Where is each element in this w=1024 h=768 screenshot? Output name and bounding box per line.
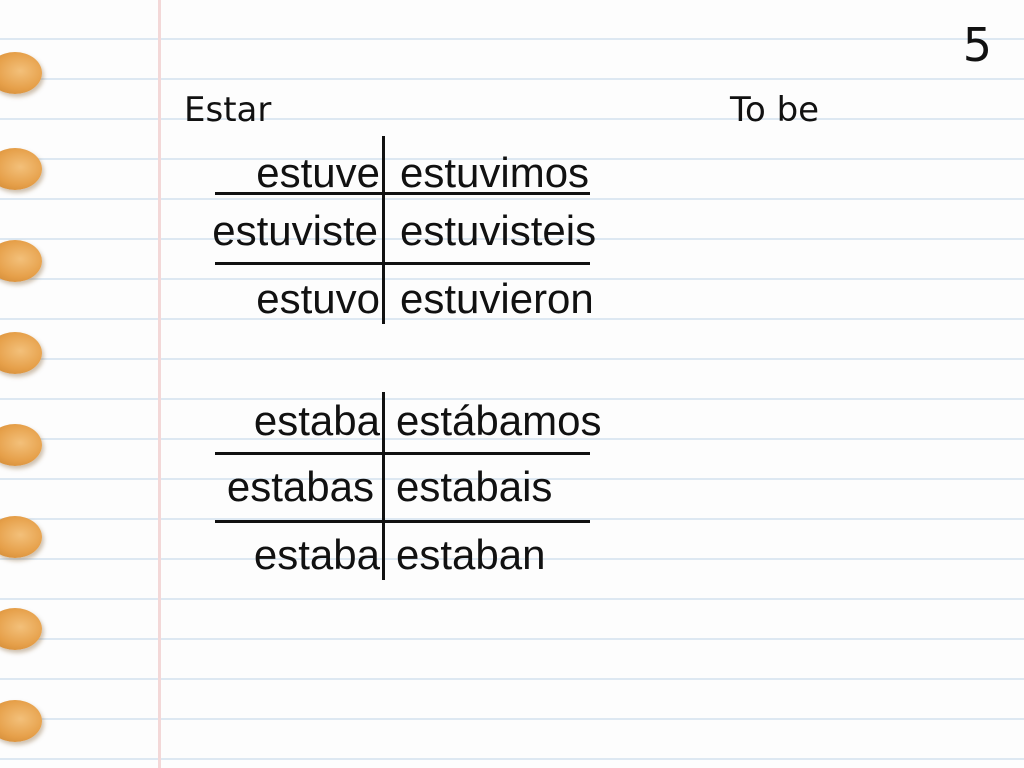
conjugation-row: estabas estabais	[160, 462, 630, 512]
conjugation-row: estuviste estuvisteis	[160, 206, 630, 256]
singular-form: estabas	[226, 463, 374, 510]
imperfect-table: estaba estábamos estabas estabais estaba…	[160, 392, 630, 586]
column-divider	[382, 392, 385, 580]
singular-form: estuve	[256, 149, 380, 196]
binder-hole	[0, 148, 42, 190]
plural-form: estuvimos	[400, 149, 590, 196]
conjugation-row: estuvo estuvieron	[160, 274, 630, 324]
row-rule	[215, 520, 590, 523]
binder-hole	[0, 516, 42, 558]
binder-hole	[0, 608, 42, 650]
singular-form: estuvo	[256, 275, 380, 322]
binder-hole	[0, 240, 42, 282]
notebook-slide: 5 Estar To be estuve estuvimos estuviste…	[0, 0, 1024, 768]
notebook-margin-line	[158, 0, 161, 768]
binder-hole	[0, 700, 42, 742]
conjugation-row: estaba estaban	[160, 530, 630, 580]
singular-form: estaba	[253, 531, 380, 578]
verb-heading: Estar	[184, 90, 272, 130]
plural-form: estábamos	[396, 397, 602, 444]
binder-hole	[0, 52, 42, 94]
conjugation-row: estuve estuvimos	[160, 148, 630, 198]
plural-form: estuvieron	[400, 275, 594, 322]
page-number: 5	[962, 18, 992, 72]
plural-form: estuvisteis	[400, 207, 597, 254]
plural-form: estabais	[396, 463, 553, 510]
row-rule	[215, 262, 590, 265]
row-rule	[215, 192, 590, 195]
binder-hole	[0, 424, 42, 466]
singular-form: estaba	[253, 397, 380, 444]
conjugation-row: estaba estábamos	[160, 396, 630, 446]
binder-hole	[0, 332, 42, 374]
translation-heading: To be	[730, 90, 820, 130]
singular-form: estuviste	[212, 207, 378, 254]
plural-form: estaban	[396, 531, 546, 578]
column-divider	[382, 136, 385, 324]
preterite-table: estuve estuvimos estuviste estuvisteis e…	[160, 136, 630, 328]
row-rule	[215, 452, 590, 455]
